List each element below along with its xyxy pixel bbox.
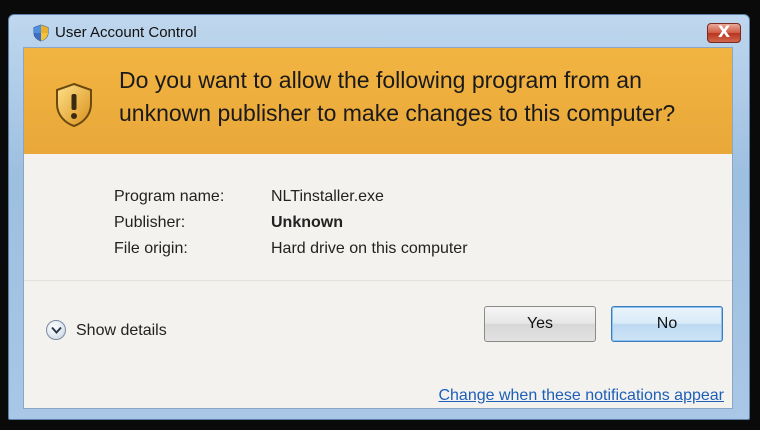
uac-dialog-window: User Account Control X Do you want to al… [8, 14, 750, 420]
uac-shield-icon [33, 24, 49, 42]
close-icon: X [717, 22, 731, 41]
program-name-label: Program name: [114, 188, 225, 205]
warning-banner: Do you want to allow the following progr… [24, 48, 732, 154]
change-notifications-link[interactable]: Change when these notifications appear [438, 387, 724, 405]
dialog-body: Do you want to allow the following progr… [23, 47, 733, 409]
show-details-label[interactable]: Show details [76, 322, 167, 340]
file-origin-label: File origin: [114, 240, 188, 257]
details-expander[interactable] [46, 320, 66, 340]
title-bar[interactable]: User Account Control X [9, 15, 749, 47]
file-origin-value: Hard drive on this computer [271, 240, 468, 257]
publisher-label: Publisher: [114, 214, 186, 231]
window-title: User Account Control [55, 24, 197, 41]
publisher-value: Unknown [271, 214, 343, 231]
chevron-down-icon [51, 326, 62, 334]
yes-button[interactable]: Yes [484, 306, 596, 342]
close-button[interactable]: X [707, 22, 741, 43]
program-name-value: NLTinstaller.exe [271, 188, 384, 205]
banner-message: Do you want to allow the following progr… [119, 67, 676, 126]
warning-shield-icon [56, 82, 92, 128]
no-button[interactable]: No [611, 306, 723, 342]
divider [24, 280, 732, 281]
